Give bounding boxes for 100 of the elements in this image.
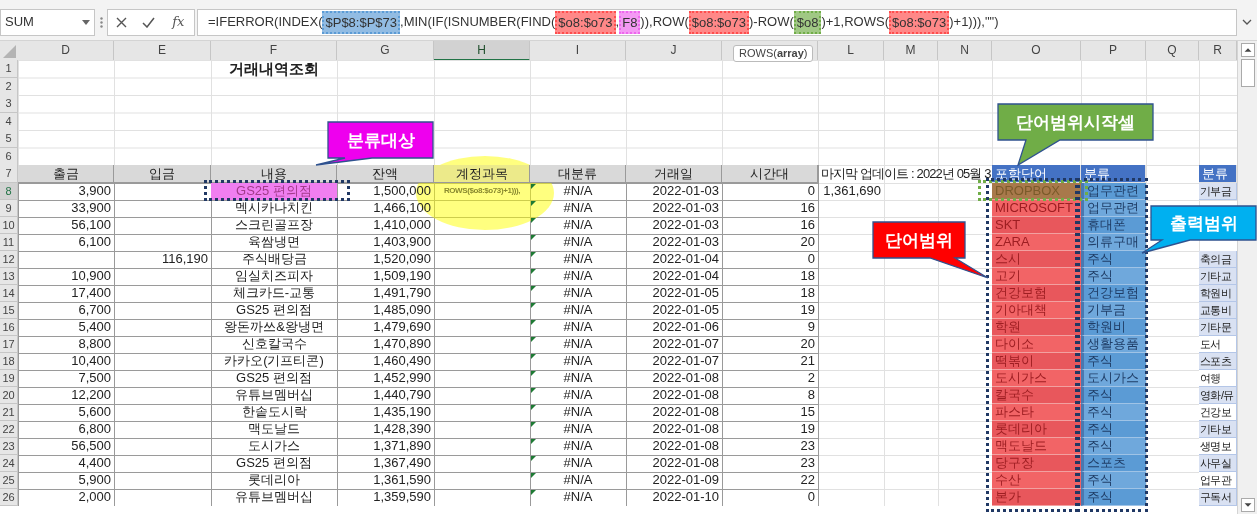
- row-header[interactable]: 8: [0, 183, 18, 200]
- table-cell-text: 10,900: [70, 268, 112, 285]
- name-box[interactable]: SUM: [0, 8, 95, 36]
- table-cell-text: 2022-01-08: [651, 387, 720, 404]
- table-cell: 도시가스: [1081, 370, 1146, 387]
- column-header[interactable]: H: [434, 41, 530, 61]
- table-cell: 스시: [992, 251, 1081, 268]
- row-header[interactable]: 22: [0, 421, 18, 438]
- row-header[interactable]: 21: [0, 404, 18, 421]
- table-cell-text: 2022-01-03: [651, 217, 720, 234]
- table-cell: 주식: [1081, 472, 1146, 489]
- row-header[interactable]: 3: [0, 95, 18, 113]
- table-cell: 학원비: [1199, 285, 1237, 302]
- table-cell: 주식: [1081, 421, 1146, 438]
- table-cell: 기부금: [1081, 302, 1146, 319]
- table-cell-text: 1,479,690: [372, 319, 432, 336]
- row-header[interactable]: 24: [0, 455, 18, 472]
- table-cell-text: 21: [799, 353, 816, 370]
- row-header[interactable]: 26: [0, 489, 18, 506]
- table-cell-text: 2022-01-06: [651, 319, 720, 336]
- formula-bar[interactable]: =IFERROR(INDEX( $P$8:$P$73 ,MIN(IF(ISNUMBER(FIND( $o8:$o73 , F8 )),ROW( $o8:$o73 )-ROW( $o8 )+1,ROWS( $o8:$o73 )+1))),""): [197, 8, 1237, 36]
- table-cell-text: 유튜브멤버십: [234, 387, 314, 404]
- table-cell-text: 카카오(기프티콘): [223, 353, 325, 370]
- row-header[interactable]: 5: [0, 130, 18, 148]
- table-cell-text: 신호칼국수: [240, 336, 308, 353]
- insert-function-button[interactable]: fx: [170, 12, 187, 32]
- table-cell-text: 2022-01-03: [651, 200, 720, 217]
- row-header[interactable]: 15: [0, 302, 18, 319]
- row-header[interactable]: 25: [0, 472, 18, 489]
- row-header[interactable]: 18: [0, 353, 18, 370]
- table-cell: 업무관련: [1081, 183, 1146, 200]
- table-cell-text: 1,361,590: [372, 472, 432, 489]
- table-cell-text: 2022-01-07: [651, 336, 720, 353]
- table-cell-text: 6,700: [77, 302, 112, 319]
- table-cell-text: 체크카드-교통: [231, 285, 317, 302]
- cancel-icon[interactable]: [115, 16, 127, 28]
- row-header[interactable]: 16: [0, 319, 18, 336]
- row-header[interactable]: 12: [0, 251, 18, 268]
- table-cell: 기타보: [1199, 421, 1237, 438]
- table-cell: 학원비: [1081, 319, 1146, 336]
- table-cell: #N/A: [530, 217, 626, 234]
- update-note: 마지막 업데이트 : 2022년 05월 3: [820, 165, 992, 183]
- table-cell: #N/A: [530, 387, 626, 404]
- table-cell: 파스타: [992, 404, 1081, 421]
- table-cell-text: 1,359,590: [372, 489, 432, 506]
- column-title: 대분류: [530, 165, 626, 183]
- expand-icon[interactable]: [1242, 19, 1252, 25]
- table-cell: 영화/뮤: [1199, 387, 1237, 404]
- row-header[interactable]: 9: [0, 200, 18, 217]
- check-icon[interactable]: [141, 16, 155, 28]
- table-cell: #N/A: [530, 268, 626, 285]
- callout: 단어범위: [871, 220, 990, 280]
- table-cell-text: 1,520,090: [372, 251, 432, 268]
- table-cell-text: 스크린골프장: [234, 217, 314, 234]
- table-cell-text: 8: [806, 387, 816, 404]
- row-header[interactable]: 20: [0, 387, 18, 404]
- table-cell-text: 1,367,490: [372, 455, 432, 472]
- table-cell-text: 22: [799, 472, 816, 489]
- row-header[interactable]: 11: [0, 234, 18, 251]
- table-cell: 수산: [992, 472, 1081, 489]
- scroll-up-icon[interactable]: [1240, 43, 1255, 57]
- column-title: 포함단어: [992, 165, 1081, 183]
- more-icon[interactable]: [99, 16, 103, 28]
- table-cell: #N/A: [530, 234, 626, 251]
- row-header[interactable]: 10: [0, 217, 18, 234]
- table-cell-text: 16: [799, 200, 816, 217]
- table-cell-text: 15: [799, 404, 816, 421]
- table-cell-text: 2022-01-05: [651, 302, 720, 319]
- table-cell: #N/A: [530, 455, 626, 472]
- table-cell: 기부금: [1199, 183, 1237, 200]
- row-header[interactable]: 17: [0, 336, 18, 353]
- row-header[interactable]: 1: [0, 60, 18, 78]
- function-tooltip: ROWS(array): [733, 45, 814, 62]
- table-cell-text: 33,900: [70, 200, 112, 217]
- table-cell-text: 18: [799, 268, 816, 285]
- table-cell-text: 왕돈까쓰&왕냉면: [223, 319, 325, 336]
- table-cell-text: 2022-01-09: [651, 472, 720, 489]
- table-cell-text: 육쌈냉면: [247, 234, 301, 251]
- table-cell-text: 한솥도시락: [240, 404, 308, 421]
- row-header[interactable]: 13: [0, 268, 18, 285]
- row-header[interactable]: 7: [0, 165, 18, 183]
- table-cell: 주식: [1081, 251, 1146, 268]
- table-cell-text: 18: [799, 285, 816, 302]
- vertical-scrollbar[interactable]: [1237, 41, 1257, 514]
- caret-icon: [82, 19, 90, 25]
- table-cell: 여행: [1199, 370, 1237, 387]
- scroll-thumb[interactable]: [1240, 59, 1255, 87]
- scroll-down-icon[interactable]: [1240, 498, 1255, 512]
- table-cell: 도시가스: [992, 370, 1081, 387]
- table-cell-text: 임실치즈피자: [234, 268, 314, 285]
- column-title: 계정과목: [434, 165, 530, 183]
- callout: 분류대상: [314, 120, 435, 167]
- row-header[interactable]: 14: [0, 285, 18, 302]
- row-header[interactable]: 23: [0, 438, 18, 455]
- table-cell-text: 1,460,490: [372, 353, 432, 370]
- table-cell-text: 2022-01-08: [651, 404, 720, 421]
- row-header[interactable]: 19: [0, 370, 18, 387]
- table-cell-text: 2022-01-07: [651, 353, 720, 370]
- table-cell: 스포츠: [1081, 455, 1146, 472]
- table-cell: 당구장: [992, 455, 1081, 472]
